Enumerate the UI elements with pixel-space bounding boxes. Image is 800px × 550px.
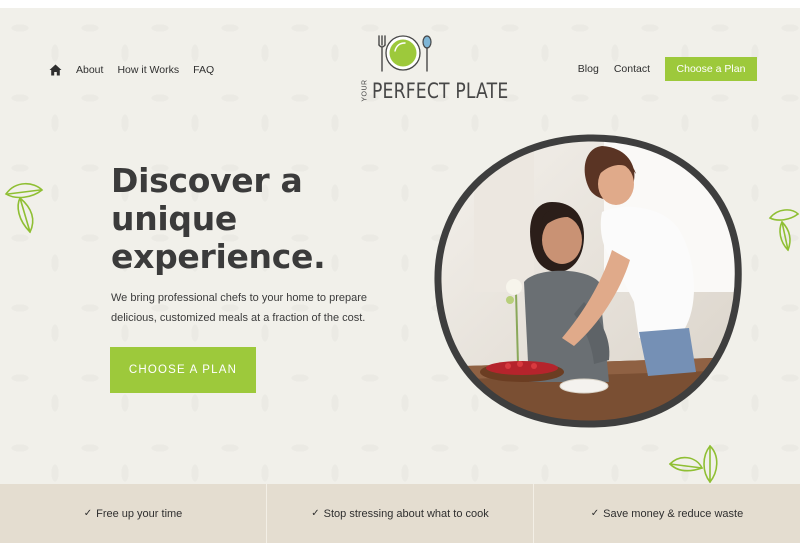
site-logo[interactable]: YOUR PERFECT PLATE	[356, 33, 508, 105]
check-icon: ✓	[590, 508, 600, 519]
feature-label: Free up your time	[96, 507, 183, 520]
hero-subtext-line: delicious, customized meals at a fractio…	[111, 312, 366, 324]
features-bar: ✓ Free up your time ✓ Stop stressing abo…	[0, 484, 800, 543]
nav-link-faq[interactable]: FAQ	[193, 64, 214, 76]
logo-wordmark: PERFECT PLATE	[372, 79, 509, 103]
page-frame-bottom	[0, 543, 800, 550]
nav-link-how-it-works[interactable]: How it Works	[117, 64, 179, 76]
check-icon: ✓	[83, 508, 93, 519]
nav-left: About How it Works FAQ	[49, 62, 228, 78]
nav-choose-plan-button[interactable]: Choose a Plan	[665, 57, 757, 81]
home-icon[interactable]	[49, 64, 62, 76]
hero-subtext-line: We bring professional chefs to your home…	[111, 292, 367, 304]
leaf-decoration-icon	[4, 182, 44, 234]
check-icon: ✓	[311, 508, 320, 519]
mother-and-daughter-cooking-photo	[434, 134, 742, 428]
hero-choose-plan-button[interactable]: CHOOSE A PLAN	[110, 347, 256, 393]
plate-fork-spoon-icon	[378, 35, 432, 72]
logo-prefix: YOUR	[361, 79, 369, 102]
feature-label: Save money & reduce waste	[603, 507, 744, 520]
hero-headline-line: Discover a	[111, 161, 303, 200]
hero-headline: Discover a unique experience.	[111, 162, 411, 276]
feature-item: ✓ Free up your time	[0, 484, 267, 543]
nav-link-about[interactable]: About	[76, 64, 103, 76]
leaf-decoration-icon	[768, 209, 800, 252]
nav-link-blog[interactable]: Blog	[578, 63, 599, 75]
nav-right: Blog Contact Choose a Plan	[578, 57, 757, 81]
nav-link-contact[interactable]: Contact	[614, 63, 650, 75]
hero-headline-line: unique	[111, 199, 237, 238]
feature-label: Stop stressing about what to cook	[323, 507, 489, 520]
hero-headline-line: experience.	[111, 237, 326, 276]
page-frame-top	[0, 0, 800, 8]
hero-subtext: We bring professional chefs to your home…	[111, 288, 411, 328]
leaf-decoration-icon	[668, 444, 718, 484]
feature-item: ✓ Save money & reduce waste	[534, 484, 800, 543]
feature-item: ✓ Stop stressing about what to cook	[267, 484, 534, 543]
